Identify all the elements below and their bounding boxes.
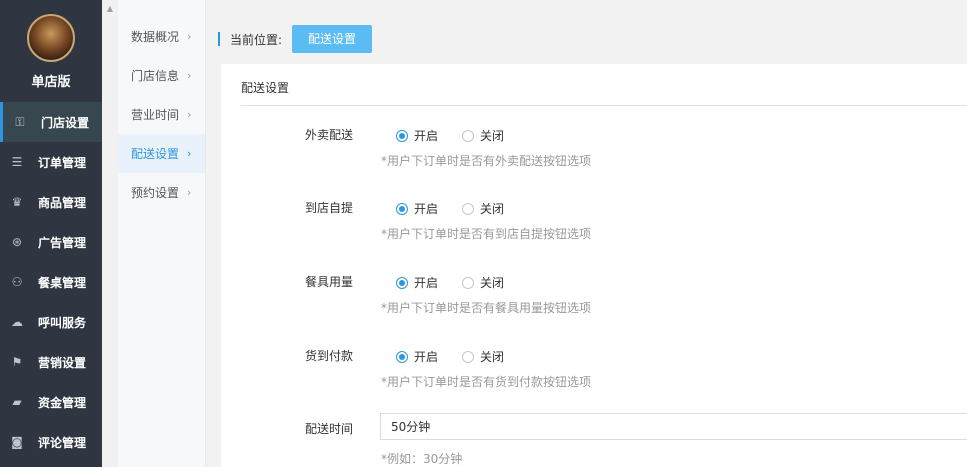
- breadcrumb-current-button[interactable]: 配送设置: [292, 25, 373, 53]
- list-icon: ☰: [11, 155, 23, 169]
- submenu-item-3[interactable]: 配送设置 ›: [118, 134, 205, 173]
- sidebar-item-label: 订单管理: [38, 155, 87, 170]
- submenu-item-label: 数据概况: [131, 30, 180, 44]
- store-profile: 单店版: [0, 0, 102, 102]
- panel-title: 配送设置: [241, 64, 967, 106]
- radio-circle-icon[interactable]: [396, 276, 408, 289]
- sidebar-scrollbar[interactable]: ▲: [102, 0, 118, 467]
- sidebar-nav: ⚿ 门店设置 ☰ 订单管理 ♛ 商品管理 ⊛ 广告管理 ⚇ 餐桌管理 ☁ 呼叫服务 ⚑ 营销设置 ▰ 资金管理…: [0, 102, 102, 462]
- sidebar-item-0[interactable]: ⚿ 门店设置: [0, 102, 102, 142]
- sidebar-item-4[interactable]: ⚇ 餐桌管理: [0, 262, 102, 302]
- radio-circle-icon[interactable]: [396, 350, 408, 363]
- radio-circle-icon[interactable]: [462, 350, 475, 363]
- delivery-time-label: 配送时间: [305, 422, 354, 436]
- radio-circle-icon[interactable]: [462, 129, 475, 142]
- book-icon: ▰: [12, 395, 22, 409]
- field-hint: *用户下订单时是否有外卖配送按钮选项: [381, 154, 592, 168]
- trophy-icon: ♛: [11, 195, 23, 209]
- chevron-right-icon: ›: [187, 108, 192, 121]
- sidebar-item-label: 广告管理: [38, 235, 87, 250]
- submenu-item-0[interactable]: 数据概况 ›: [118, 17, 205, 56]
- radio-label: 开启: [414, 276, 439, 290]
- field-label: 餐具用量: [305, 275, 354, 289]
- scroll-up-arrow-icon[interactable]: ▲: [102, 0, 118, 16]
- toggle-radio-group: 开启 关闭: [396, 200, 528, 217]
- radio-off[interactable]: 关闭: [462, 127, 504, 144]
- key-icon: ⚿: [15, 114, 25, 129]
- money-icon: ◙: [11, 435, 23, 449]
- radio-on[interactable]: 开启: [396, 274, 438, 291]
- toggle-radio-group: 开启 关闭: [396, 127, 528, 144]
- radio-off[interactable]: 关闭: [462, 274, 504, 291]
- lifebuoy-icon: ⊛: [11, 235, 23, 249]
- sidebar-item-label: 门店设置: [41, 115, 90, 130]
- field-label: 外卖配送: [305, 128, 354, 142]
- breadcrumb: 当前位置: 配送设置: [218, 25, 373, 53]
- radio-circle-icon[interactable]: [462, 202, 475, 215]
- radio-label: 关闭: [480, 350, 505, 364]
- field-label: 货到付款: [305, 349, 354, 363]
- field-label: 到店自提: [305, 201, 354, 215]
- radio-label: 关闭: [480, 129, 505, 143]
- radio-label: 开启: [414, 129, 439, 143]
- radio-circle-icon[interactable]: [396, 202, 408, 215]
- submenu-item-label: 配送设置: [131, 147, 180, 161]
- breadcrumb-label: 当前位置:: [230, 32, 283, 47]
- delivery-settings-panel: 配送设置 配送时间 *例如：30分钟 外卖配送开启关闭*用户下订单时是否有外卖配…: [221, 64, 967, 467]
- radio-on[interactable]: 开启: [396, 127, 438, 144]
- store-avatar[interactable]: [27, 14, 75, 62]
- delivery-time-input[interactable]: [380, 413, 967, 440]
- radio-on[interactable]: 开启: [396, 348, 438, 365]
- chevron-right-icon: ›: [187, 30, 192, 43]
- chevron-right-icon: ›: [187, 69, 192, 82]
- radio-label: 开启: [414, 350, 439, 364]
- settings-submenu: 数据概况 › 门店信息 › 营业时间 › 配送设置 › 预约设置 ›: [118, 0, 206, 467]
- radio-label: 开启: [414, 202, 439, 216]
- submenu-item-label: 门店信息: [131, 69, 180, 83]
- sidebar-item-label: 餐桌管理: [38, 275, 87, 290]
- field-hint: *用户下订单时是否有货到付款按钮选项: [381, 375, 592, 389]
- chevron-right-icon: ›: [187, 147, 192, 160]
- binoculars-icon: ⚇: [11, 275, 23, 289]
- sidebar-item-label: 资金管理: [38, 395, 87, 410]
- breadcrumb-marker: [218, 32, 220, 46]
- submenu-item-2[interactable]: 营业时间 ›: [118, 95, 205, 134]
- sidebar-item-7[interactable]: ▰ 资金管理: [0, 382, 102, 422]
- sidebar-item-5[interactable]: ☁ 呼叫服务: [0, 302, 102, 342]
- main-sidebar: 单店版 ⚿ 门店设置 ☰ 订单管理 ♛ 商品管理 ⊛ 广告管理 ⚇ 餐桌管理 ☁ 呼叫服务 ⚑ 营销设置 ▰…: [0, 0, 102, 467]
- chevron-right-icon: ›: [187, 186, 192, 199]
- sidebar-item-label: 呼叫服务: [38, 315, 87, 330]
- radio-off[interactable]: 关闭: [462, 200, 504, 217]
- field-hint: *用户下订单时是否有到店自提按钮选项: [381, 227, 592, 241]
- toggle-radio-group: 开启 关闭: [396, 274, 528, 291]
- cloud-icon: ☁: [11, 315, 23, 329]
- sidebar-item-8[interactable]: ◙ 评论管理: [0, 422, 102, 462]
- radio-circle-icon[interactable]: [462, 276, 475, 289]
- radio-circle-icon[interactable]: [396, 129, 408, 142]
- sidebar-item-6[interactable]: ⚑ 营销设置: [0, 342, 102, 382]
- sidebar-item-3[interactable]: ⊛ 广告管理: [0, 222, 102, 262]
- radio-off[interactable]: 关闭: [462, 348, 504, 365]
- sidebar-item-label: 商品管理: [38, 195, 87, 210]
- submenu-item-label: 预约设置: [131, 186, 180, 200]
- sidebar-item-1[interactable]: ☰ 订单管理: [0, 142, 102, 182]
- store-name: 单店版: [31, 75, 71, 90]
- sidebar-item-2[interactable]: ♛ 商品管理: [0, 182, 102, 222]
- sidebar-item-label: 营销设置: [38, 355, 87, 370]
- submenu-item-1[interactable]: 门店信息 ›: [118, 56, 205, 95]
- delivery-time-hint: *例如：30分钟: [381, 452, 463, 466]
- field-hint: *用户下订单时是否有餐具用量按钮选项: [381, 301, 592, 315]
- radio-on[interactable]: 开启: [396, 200, 438, 217]
- main-content: 当前位置: 配送设置 配送设置 配送时间 *例如：30分钟 外卖配送开启关闭*用…: [207, 0, 967, 467]
- gift-icon: ⚑: [11, 355, 23, 369]
- radio-label: 关闭: [480, 276, 505, 290]
- submenu-item-label: 营业时间: [131, 108, 180, 122]
- submenu-item-4[interactable]: 预约设置 ›: [118, 173, 205, 212]
- toggle-radio-group: 开启 关闭: [396, 348, 528, 365]
- radio-label: 关闭: [480, 202, 505, 216]
- sidebar-item-label: 评论管理: [38, 435, 87, 450]
